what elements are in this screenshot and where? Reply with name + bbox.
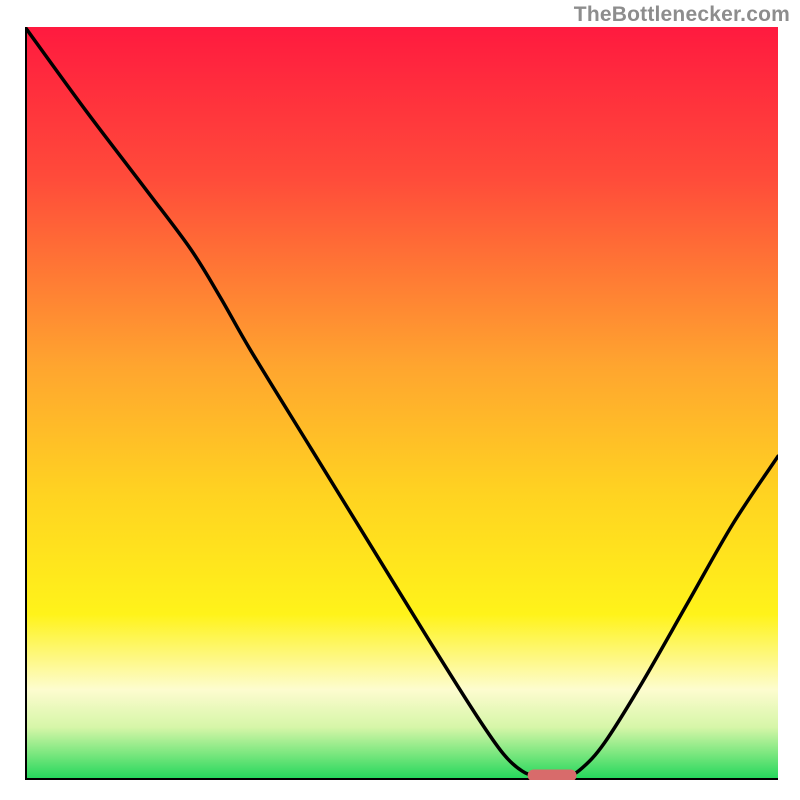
optimum-marker (528, 769, 577, 780)
gradient-background (25, 27, 778, 780)
plot-area (25, 27, 778, 780)
chart-svg (25, 27, 778, 780)
chart-container: TheBottlenecker.com (0, 0, 800, 800)
attribution-text: TheBottlenecker.com (574, 3, 790, 27)
